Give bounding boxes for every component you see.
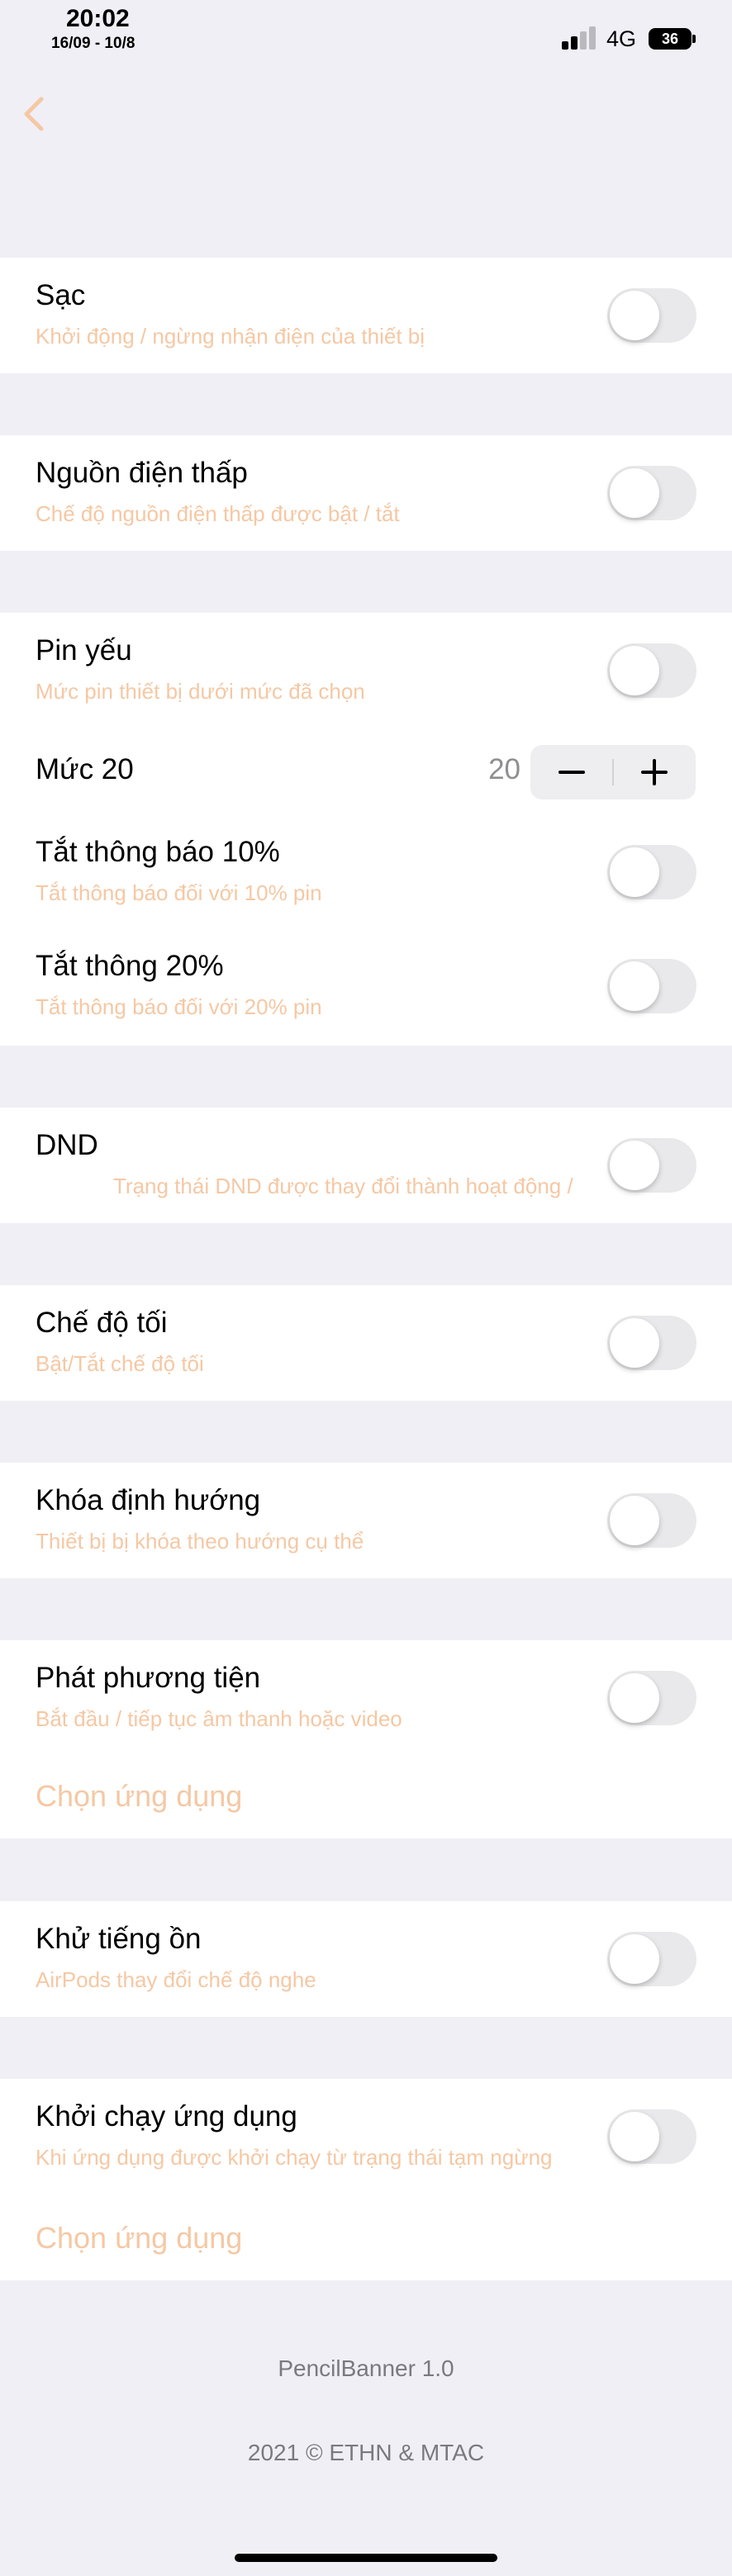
dark-mode-subtitle: Bật/Tắt chế độ tối xyxy=(36,1351,204,1376)
low-battery-section: Pin yếu Mức pin thiết bị dưới mức đã chọ… xyxy=(0,613,732,1046)
media-play-section: Phát phương tiện Bắt đầu / tiếp tục âm t… xyxy=(0,1640,732,1838)
noise-cancel-toggle[interactable] xyxy=(607,1932,696,1986)
battery-tip xyxy=(692,35,696,43)
media-play-toggle[interactable] xyxy=(607,1671,696,1725)
mute-10-title: Tắt thông báo 10% xyxy=(36,836,280,868)
low-battery-title: Pin yếu xyxy=(36,634,132,667)
app-launch-title: Khởi chạy ứng dụng xyxy=(36,2100,297,2132)
cellular-signal-icon xyxy=(562,25,598,50)
dnd-subtitle: Trạng thái DND được thay đổi thành hoạt … xyxy=(113,1174,573,1198)
noise-cancel-title: Khử tiếng ồn xyxy=(36,1923,202,1955)
dnd-title: DND xyxy=(36,1129,98,1161)
dnd-section: DND Trạng thái DND được thay đổi thành h… xyxy=(0,1108,732,1223)
battery-level-label: Mức 20 xyxy=(36,753,134,785)
media-play-title: Phát phương tiện xyxy=(36,1662,261,1694)
low-power-title: Nguồn điện thấp xyxy=(36,457,248,489)
noise-cancel-section: Khử tiếng ồn AirPods thay đổi chế độ ngh… xyxy=(0,1901,732,2017)
charging-title: Sạc xyxy=(36,279,86,311)
chevron-left-icon xyxy=(24,97,44,131)
low-power-section: Nguồn điện thấp Chế độ nguồn điện thấp đ… xyxy=(0,435,732,551)
app-launch-section: Khởi chạy ứng dụng Khi ứng dụng được khở… xyxy=(0,2079,732,2280)
low-power-toggle[interactable] xyxy=(607,466,696,520)
footer-copyright: 2021 © ETHN & MTAC xyxy=(247,2440,485,2465)
charging-toggle[interactable] xyxy=(607,288,696,343)
plus-icon xyxy=(641,759,668,785)
low-battery-subtitle: Mức pin thiết bị dưới mức đã chọn xyxy=(36,679,365,704)
orientation-lock-section: Khóa định hướng Thiết bị bị khóa theo hư… xyxy=(0,1463,732,1578)
status-date: 16/09 - 10/8 xyxy=(51,35,135,52)
footer-version: PencilBanner 1.0 xyxy=(278,2355,454,2381)
mute-10-subtitle: Tắt thông báo đối với 10% pin xyxy=(36,880,322,905)
mute-20-subtitle: Tắt thông báo đối với 20% pin xyxy=(36,994,322,1019)
decrement-button[interactable] xyxy=(530,745,613,799)
battery-level-stepper xyxy=(530,745,696,799)
mute-10-toggle[interactable] xyxy=(607,845,696,899)
dark-mode-toggle[interactable] xyxy=(607,1316,696,1370)
increment-button[interactable] xyxy=(613,745,696,799)
charging-section: Sạc Khởi động / ngừng nhận điện của thiế… xyxy=(0,258,732,373)
back-button[interactable] xyxy=(18,89,51,139)
mute-20-title: Tắt thông 20% xyxy=(36,950,224,982)
low-power-subtitle: Chế độ nguồn điện thấp được bật / tắt xyxy=(36,501,400,526)
dnd-toggle[interactable] xyxy=(607,1138,696,1193)
status-time: 20:02 xyxy=(66,5,130,32)
battery-level-value: 20 xyxy=(488,753,520,785)
network-type: 4G xyxy=(606,26,637,51)
mute-20-toggle[interactable] xyxy=(607,959,696,1013)
status-bar: 20:02 16/09 - 10/8 4G 36 xyxy=(0,0,732,66)
low-battery-toggle[interactable] xyxy=(607,643,696,698)
media-choose-app-link[interactable]: Chọn ứng dụng xyxy=(36,1779,242,1814)
media-play-subtitle: Bắt đầu / tiếp tục âm thanh hoặc video xyxy=(36,1706,402,1731)
home-indicator xyxy=(235,2554,497,2562)
orientation-lock-subtitle: Thiết bị bị khóa theo hướng cụ thể xyxy=(36,1529,364,1554)
dark-mode-title: Chế độ tối xyxy=(36,1307,168,1339)
orientation-lock-toggle[interactable] xyxy=(607,1493,696,1548)
charging-subtitle: Khởi động / ngừng nhận điện của thiết bị xyxy=(36,324,425,349)
app-launch-subtitle: Khi ứng dụng được khởi chạy từ trạng thá… xyxy=(36,2145,553,2170)
dark-mode-section: Chế độ tối Bật/Tắt chế độ tối xyxy=(0,1285,732,1401)
noise-cancel-subtitle: AirPods thay đổi chế độ nghe xyxy=(36,1967,316,1992)
orientation-lock-title: Khóa định hướng xyxy=(36,1484,261,1516)
app-launch-toggle[interactable] xyxy=(607,2109,696,2164)
app-launch-choose-app-link[interactable]: Chọn ứng dụng xyxy=(36,2221,242,2256)
minus-icon xyxy=(559,771,585,774)
battery-icon: 36 xyxy=(649,28,692,50)
